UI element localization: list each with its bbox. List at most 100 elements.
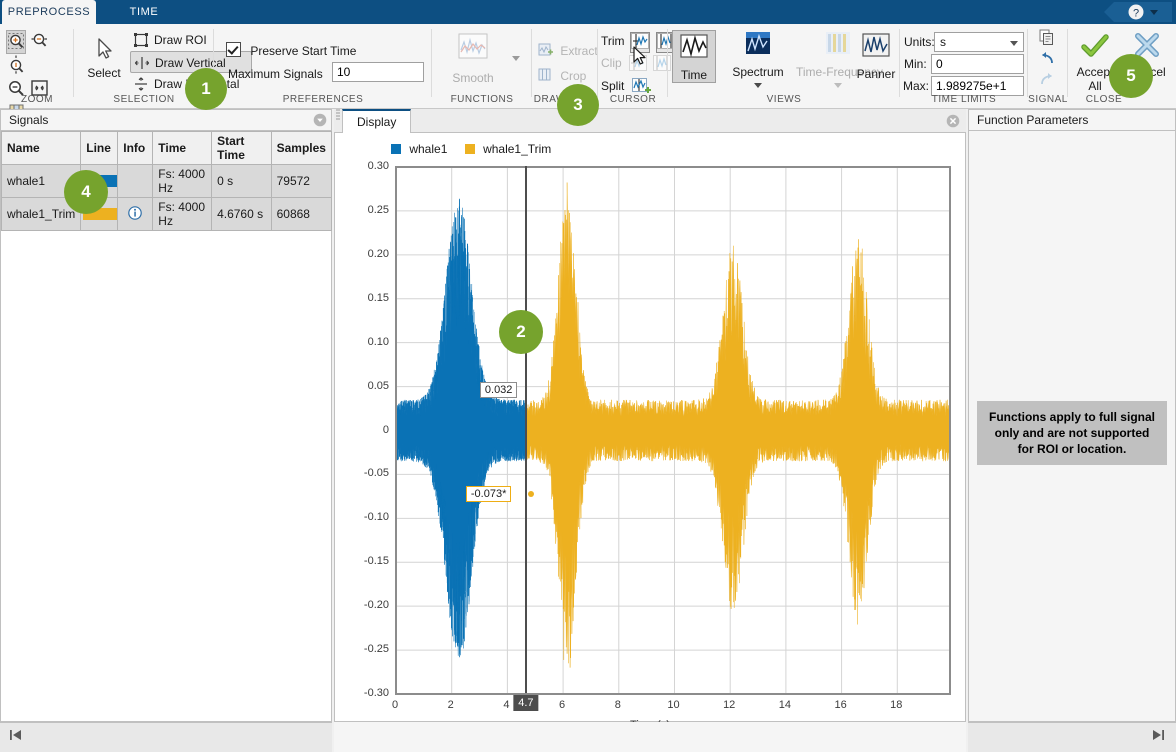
help-button[interactable]: ? — [1104, 2, 1172, 22]
legend-swatch — [391, 144, 401, 154]
x-tick-label: 6 — [559, 699, 565, 711]
preserve-start-time-checkbox[interactable] — [226, 42, 241, 57]
column-header-start-time[interactable]: Start Time — [212, 132, 272, 165]
max-input[interactable] — [931, 76, 1024, 96]
callout-badge-5: 5 — [1109, 54, 1153, 98]
chart-legend: whale1 whale1_Trim — [391, 142, 565, 156]
callout-badge-4: 4 — [64, 170, 108, 214]
close-circle-icon[interactable] — [946, 114, 960, 128]
chart-panel: whale1 whale1_Trim 0.300.250.200.150.100… — [334, 133, 966, 722]
draw-roi-label: Draw ROI — [154, 33, 207, 47]
column-header-info[interactable]: Info — [118, 132, 153, 165]
signal-samples-whale1: 79572 — [271, 165, 331, 198]
function-parameters-status-bar — [968, 722, 1176, 752]
table-row[interactable]: whale1_Trim Fs: 4000 Hz 4.6760 s 60868 — [2, 198, 332, 231]
ribbon-group-time-limits: Units: s Min: Max: TIME LIMITS — [900, 24, 1028, 108]
cursor-marker-dot — [528, 491, 534, 497]
tab-display[interactable]: Display — [342, 109, 411, 133]
y-tick-label: 0.30 — [368, 160, 389, 172]
table-row[interactable]: whale1 Fs: 4000 Hz 0 s 79572 — [2, 165, 332, 198]
function-parameters-header: Function Parameters — [968, 109, 1176, 131]
y-tick-label: -0.30 — [364, 687, 389, 699]
callout-badge-1: 1 — [185, 68, 227, 110]
column-header-line[interactable]: Line — [81, 132, 118, 165]
draw-horizontal-icon — [132, 75, 150, 93]
y-tick-label: -0.05 — [364, 467, 389, 479]
cursor-value-label-whale1: 0.032 — [480, 382, 518, 398]
tab-time[interactable]: TIME — [100, 0, 188, 24]
plot-area[interactable] — [395, 166, 951, 695]
crop-button[interactable]: Crop — [538, 68, 586, 83]
scroll-to-start-icon[interactable] — [8, 728, 24, 742]
time-view-button[interactable]: Time — [672, 30, 716, 83]
signal-samples-whale1-trim: 60868 — [271, 198, 331, 231]
maximum-signals-input[interactable] — [332, 62, 424, 82]
cursor-arrow-icon — [91, 36, 117, 62]
undo-button[interactable] — [1038, 50, 1056, 71]
units-combobox[interactable]: s — [934, 32, 1024, 52]
zoom-in-region-icon[interactable] — [6, 30, 26, 54]
legend-item-whale1-trim[interactable]: whale1_Trim — [465, 142, 552, 156]
y-tick-label: 0.15 — [368, 292, 389, 304]
y-tick-label: -0.10 — [364, 511, 389, 523]
group-label-preferences: PREFERENCES — [214, 94, 432, 105]
ribbon-group-zoom: ZOOM — [0, 24, 74, 108]
y-tick-label: 0.25 — [368, 204, 389, 216]
signal-start-time-whale1-trim: 4.6760 s — [212, 198, 272, 231]
extract-button[interactable]: Extract — [538, 43, 598, 58]
time-cursor-line[interactable] — [525, 166, 527, 693]
signals-status-bar — [0, 722, 332, 752]
chart-status-bar — [334, 722, 966, 752]
x-tick-label: 8 — [615, 699, 621, 711]
select-tool-button[interactable]: Select — [80, 36, 128, 80]
ribbon-tab-strip: PREPROCESS TIME ? — [0, 0, 1176, 24]
collapse-circle-icon[interactable] — [313, 113, 327, 127]
display-panel-drag-handle[interactable] — [334, 104, 342, 124]
group-label-cursor: CURSOR — [598, 94, 668, 105]
units-label: Units: — [904, 35, 935, 49]
redo-button[interactable] — [1038, 71, 1056, 92]
scroll-to-end-icon[interactable] — [1150, 728, 1166, 742]
clip-label: Clip — [601, 56, 622, 70]
column-header-samples[interactable]: Samples — [271, 132, 331, 165]
y-tick-label: 0.20 — [368, 248, 389, 260]
signals-table-container: Name Line Info Time Start Time Samples w… — [0, 131, 332, 722]
duplicate-signal-icon — [1038, 29, 1056, 47]
column-header-name[interactable]: Name — [2, 132, 81, 165]
smooth-dropdown-button[interactable] — [510, 52, 522, 66]
spectrum-view-label: Spectrum — [724, 65, 792, 79]
display-tab-bar: Display — [334, 109, 966, 133]
zoom-in-x-icon[interactable] — [29, 30, 49, 54]
ribbon-group-cursor: Trim Cl — [598, 24, 668, 108]
zoom-in-y-icon[interactable] — [6, 54, 26, 78]
chevron-down-icon — [832, 82, 844, 90]
smooth-button[interactable]: Smooth — [442, 32, 504, 85]
legend-label-whale1: whale1 — [409, 142, 447, 156]
tab-preprocess[interactable]: PREPROCESS — [2, 0, 96, 24]
legend-swatch — [465, 144, 475, 154]
signal-info-cell[interactable] — [118, 198, 153, 231]
smooth-wave-icon — [454, 32, 492, 66]
group-label-functions: FUNCTIONS — [432, 94, 532, 105]
signals-panel-header: Signals — [0, 109, 332, 131]
spectrum-view-button[interactable]: Spectrum — [724, 30, 792, 93]
x-tick-label: 18 — [890, 699, 902, 711]
y-axis-tick-labels: 0.300.250.200.150.100.050-0.05-0.10-0.15… — [335, 133, 389, 693]
units-value: s — [940, 35, 946, 49]
legend-item-whale1[interactable]: whale1 — [391, 142, 447, 156]
maximum-signals-label: Maximum Signals — [228, 67, 323, 81]
callout-badge-3: 3 — [557, 84, 599, 126]
min-label: Min: — [904, 57, 927, 71]
duplicate-signal-button[interactable] — [1038, 29, 1056, 50]
x-tick-label: 12 — [723, 699, 735, 711]
ribbon-group-preferences: Preserve Start Time Maximum Signals PREF… — [214, 24, 432, 108]
panner-view-button[interactable]: Panner — [850, 30, 902, 81]
min-input[interactable] — [931, 54, 1024, 74]
undo-icon — [1038, 50, 1056, 68]
preserve-start-time-row[interactable]: Preserve Start Time — [226, 42, 356, 58]
select-tool-label: Select — [80, 66, 128, 80]
column-header-time[interactable]: Time — [153, 132, 212, 165]
panner-view-icon — [859, 32, 893, 62]
draw-roi-icon — [132, 31, 150, 49]
time-view-label: Time — [673, 68, 715, 82]
